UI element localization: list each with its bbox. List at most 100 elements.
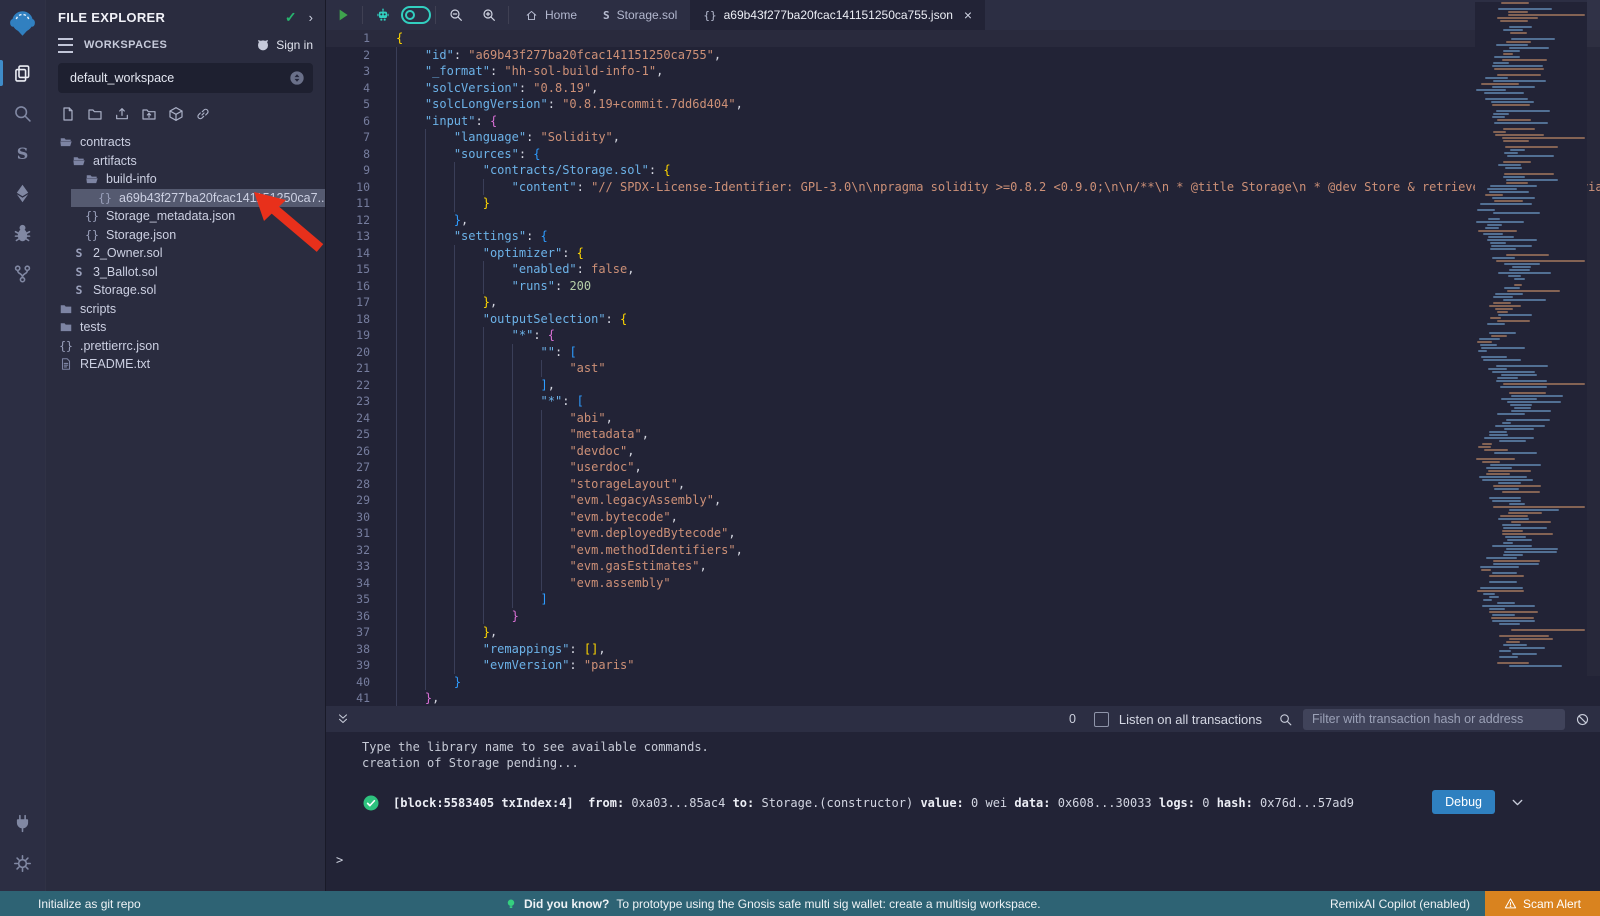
activity-settings-icon[interactable]	[0, 843, 45, 883]
editor-area: HomeSStorage.sol{}a69b43f277ba20fcac1411…	[325, 0, 1600, 706]
tree-item-tests[interactable]: tests	[46, 318, 325, 337]
listen-checkbox[interactable]	[1094, 712, 1109, 727]
tree-item-label: Storage.sol	[93, 283, 160, 297]
upload-file-icon[interactable]	[114, 106, 130, 122]
workspaces-row: WORKSPACES Sign in	[46, 30, 325, 58]
line-number: 7	[326, 129, 388, 146]
workspaces-menu-icon[interactable]	[58, 38, 73, 53]
code-line-12: 12 },	[326, 212, 1600, 229]
line-number: 31	[326, 525, 388, 542]
editor-tab-storage-sol[interactable]: SStorage.sol	[590, 0, 690, 30]
tree-item-label: contracts	[80, 135, 135, 149]
remix-logo-icon[interactable]	[7, 8, 38, 39]
tree-item-storage-json[interactable]: {}Storage.json	[46, 226, 325, 245]
zoom-in-icon[interactable]	[472, 0, 505, 30]
scam-alert-badge[interactable]: Scam Alert	[1485, 891, 1600, 916]
transaction-row[interactable]: [block:5583405 txIndex:4] from: 0xa03...…	[362, 794, 1354, 812]
workspace-select[interactable]: default_workspace	[58, 63, 313, 93]
tree-item-readme-txt[interactable]: README.txt	[46, 355, 325, 374]
line-number: 14	[326, 245, 388, 262]
tree-item-3-ballot-sol[interactable]: S3_Ballot.sol	[46, 263, 325, 282]
workspaces-label: WORKSPACES	[84, 39, 167, 51]
line-number: 13	[326, 228, 388, 245]
code-line-28: 28 "storageLayout",	[326, 476, 1600, 493]
line-content: "evm.legacyAssembly",	[388, 492, 721, 509]
editor-tab-home[interactable]: Home	[512, 0, 590, 30]
code-line-4: 4 "solcVersion": "0.8.19",	[326, 80, 1600, 97]
tree-item-scripts[interactable]: scripts	[46, 300, 325, 319]
tx-success-check-icon	[362, 794, 380, 812]
line-number: 21	[326, 360, 388, 377]
line-number: 8	[326, 146, 388, 163]
tree-item-build-info[interactable]: build-info	[46, 170, 325, 189]
code-line-14: 14 "optimizer": {	[326, 245, 1600, 262]
activity-search-icon[interactable]	[0, 93, 45, 133]
editor-tab-a69b43f277ba20fcac141151250ca755-json[interactable]: {}a69b43f277ba20fcac141151250ca755.json×	[690, 0, 985, 30]
close-tab-icon[interactable]: ×	[964, 8, 972, 22]
code-line-40: 40 }	[326, 674, 1600, 691]
tree-item-artifacts[interactable]: artifacts	[46, 152, 325, 171]
tree-item-storage-sol[interactable]: SStorage.sol	[46, 281, 325, 300]
json-file-icon: {}	[84, 228, 100, 242]
line-number: 34	[326, 575, 388, 592]
code-line-34: 34 "evm.assembly"	[326, 575, 1600, 592]
upload-folder-icon[interactable]	[141, 106, 157, 122]
editor-tabs: HomeSStorage.sol{}a69b43f277ba20fcac1411…	[512, 0, 985, 30]
activity-debugger-icon[interactable]	[0, 213, 45, 253]
ai-copilot-robot-icon[interactable]	[366, 0, 399, 30]
tree-item-label: Storage_metadata.json	[106, 209, 239, 223]
code-line-9: 9 "contracts/Storage.sol": {	[326, 162, 1600, 179]
copilot-toggle[interactable]	[399, 0, 432, 30]
tree-item-storage-metadata-json[interactable]: {}Storage_metadata.json	[46, 207, 325, 226]
activity-deploy-run-icon[interactable]	[0, 173, 45, 213]
code-editor[interactable]: 1{2 "id": "a69b43f277ba20fcac141151250ca…	[326, 30, 1600, 706]
code-line-39: 39 "evmVersion": "paris"	[326, 657, 1600, 674]
code-line-11: 11 }	[326, 195, 1600, 212]
file-icon	[58, 357, 74, 371]
link-icon[interactable]	[195, 106, 211, 122]
activity-file-explorer[interactable]	[0, 53, 45, 93]
line-number: 36	[326, 608, 388, 625]
tree-item-contracts[interactable]: contracts	[46, 133, 325, 152]
transaction-filter-input[interactable]	[1303, 709, 1565, 730]
git-init-status[interactable]: Initialize as git repo	[38, 897, 141, 911]
file-toolbar	[46, 103, 325, 131]
line-number: 15	[326, 261, 388, 278]
panel-header: FILE EXPLORER ✓ ›	[46, 0, 325, 30]
sign-in-button[interactable]: Sign in	[255, 37, 313, 53]
activity-git-icon[interactable]	[0, 253, 45, 293]
debug-button[interactable]: Debug	[1432, 790, 1495, 814]
copilot-status[interactable]: RemixAI Copilot (enabled)	[1330, 891, 1470, 916]
line-content: "_format": "hh-sol-build-info-1",	[388, 63, 663, 80]
tree-item-2-owner-sol[interactable]: S2_Owner.sol	[46, 244, 325, 263]
line-number: 38	[326, 641, 388, 658]
tree-item-label: 3_Ballot.sol	[93, 265, 162, 279]
new-file-icon[interactable]	[60, 106, 76, 122]
terminal-prompt[interactable]: >	[336, 853, 343, 867]
code-line-22: 22 ],	[326, 377, 1600, 394]
run-script-button[interactable]	[326, 0, 359, 30]
tree-item--prettierrc-json[interactable]: {}.prettierrc.json	[46, 337, 325, 356]
tree-item-a69b43f277ba20fcac141151250ca7-[interactable]: {}a69b43f277ba20fcac141151250ca7...	[46, 189, 325, 208]
cube-icon[interactable]	[168, 106, 184, 122]
editor-scrollbar[interactable]	[1587, 0, 1600, 676]
editor-minimap[interactable]	[1475, 2, 1587, 672]
code-line-36: 36 }	[326, 608, 1600, 625]
line-content: "evm.deployedBytecode",	[388, 525, 736, 542]
code-line-26: 26 "devdoc",	[326, 443, 1600, 460]
activity-plugin-manager-icon[interactable]	[0, 803, 45, 843]
panel-collapse-icon[interactable]: ›	[309, 10, 313, 25]
tx-summary: [block:5583405 txIndex:4] from: 0xa03...…	[393, 796, 1354, 810]
tip-text: To prototype using the Gnosis safe multi…	[616, 897, 1040, 911]
new-folder-icon[interactable]	[87, 106, 103, 122]
terminal-search-icon[interactable]	[1278, 712, 1293, 727]
zoom-out-icon[interactable]	[439, 0, 472, 30]
line-content: "contracts/Storage.sol": {	[388, 162, 671, 179]
line-content: "language": "Solidity",	[388, 129, 620, 146]
terminal-expand-icon[interactable]	[336, 712, 350, 726]
line-number: 3	[326, 63, 388, 80]
code-line-5: 5 "solcLongVersion": "0.8.19+commit.7dd6…	[326, 96, 1600, 113]
activity-solidity-compiler-icon[interactable]: S	[0, 133, 45, 173]
clear-console-icon[interactable]	[1575, 712, 1590, 727]
tx-expand-chevron-icon[interactable]	[1509, 794, 1526, 811]
